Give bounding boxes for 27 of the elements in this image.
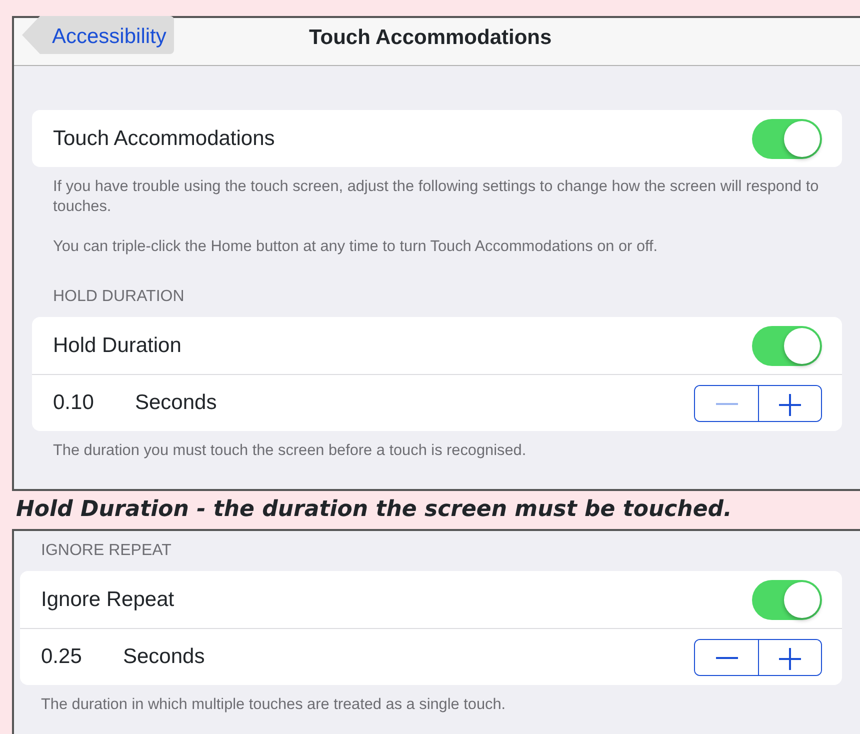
setting-label: Ignore Repeat (41, 586, 174, 613)
unit-label: Seconds (123, 644, 205, 670)
footer-text: You can triple-click the Home button at any time to turn Touch Accommodations on or off. (53, 237, 659, 258)
unit-label: Seconds (135, 390, 217, 416)
section-header: IGNORE REPEAT (40, 541, 172, 562)
caption-text: Hold Duration - the duration the screen must be touched. (15, 496, 733, 524)
section-header: HOLD DURATION (52, 287, 186, 308)
footer-text: The duration in which multiple touches are treated as a single touch. (41, 695, 507, 716)
setting-label: Hold Duration (53, 332, 182, 359)
stepper-control[interactable] (694, 384, 822, 422)
toggle-switch[interactable] (752, 326, 822, 366)
plus-button[interactable] (758, 386, 821, 421)
footer-text: The duration you must touch the screen before a touch is recognised. (53, 441, 528, 462)
setting-label: Touch Accommodations (53, 126, 275, 152)
toggle-switch[interactable] (752, 580, 822, 620)
navigation-title: Touch Accommodations (309, 25, 552, 51)
plus-icon (779, 394, 801, 416)
footer-text: If you have trouble using the touch screen, adjust the following settings to change how the screen will respond to touches. (53, 177, 820, 218)
minus-icon (716, 657, 738, 660)
minus-icon (716, 403, 738, 406)
toggle-switch[interactable] (752, 118, 822, 158)
stepper-control[interactable] (694, 638, 822, 676)
plus-button[interactable] (758, 640, 821, 675)
stepper-value: 0.25 (41, 644, 83, 670)
stepper-value: 0.10 (53, 390, 95, 416)
back-button[interactable]: Accessibility (22, 16, 174, 54)
plus-icon (779, 648, 801, 670)
